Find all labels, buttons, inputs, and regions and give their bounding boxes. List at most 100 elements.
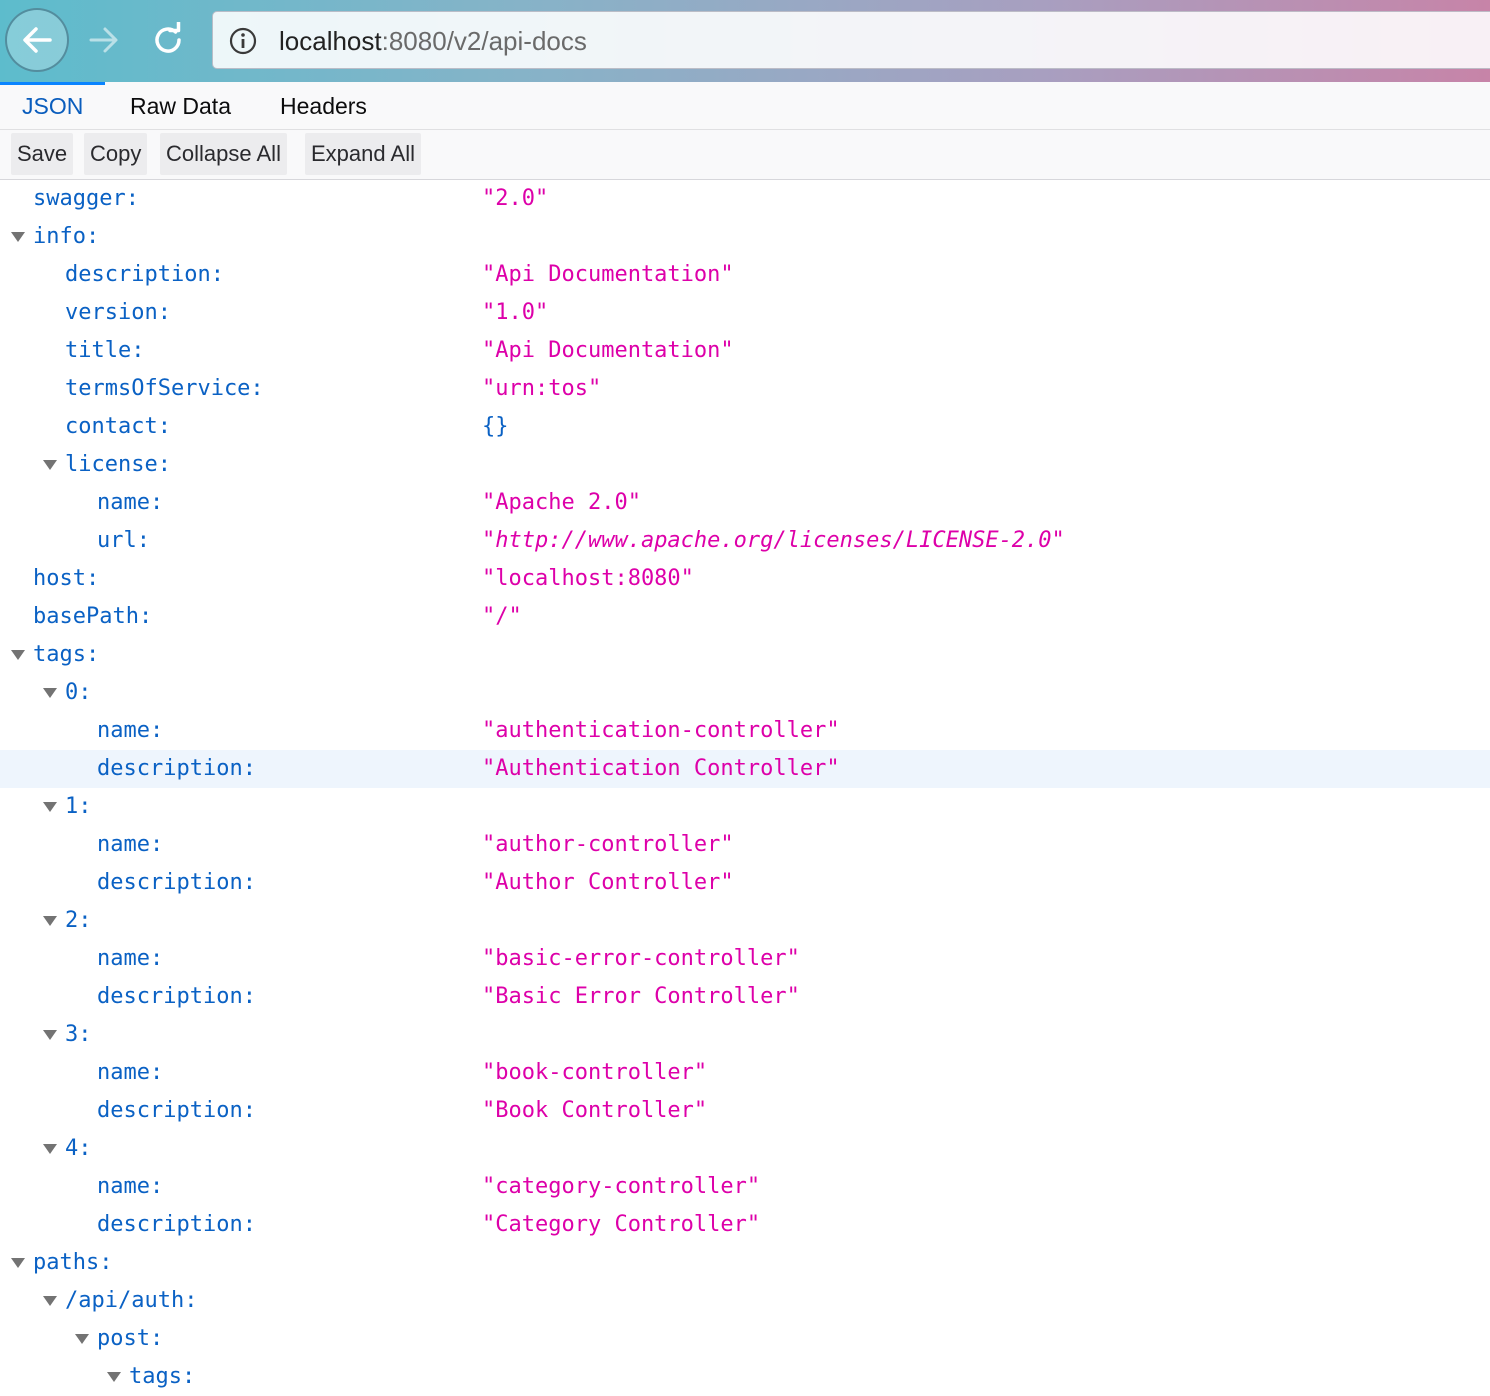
- json-key: name:: [97, 946, 164, 971]
- url-path: :8080/v2/api-docs: [381, 26, 587, 56]
- action-bar: Save Copy Collapse All Expand All: [0, 130, 1490, 180]
- json-value: "/": [482, 604, 522, 629]
- json-row[interactable]: 3:: [0, 1016, 1490, 1054]
- json-row[interactable]: description: "Category Controller": [0, 1206, 1490, 1244]
- json-key: description:: [97, 756, 256, 781]
- json-key: description:: [97, 870, 256, 895]
- arrow-right-icon: [89, 27, 118, 53]
- json-row[interactable]: post:: [0, 1320, 1490, 1358]
- json-row[interactable]: version: "1.0": [0, 294, 1490, 332]
- json-value: "localhost:8080": [482, 566, 694, 591]
- expand-toggle-icon[interactable]: [43, 1296, 57, 1306]
- json-row[interactable]: name: "Apache 2.0": [0, 484, 1490, 522]
- json-key: contact:: [65, 414, 171, 439]
- expand-toggle-icon[interactable]: [75, 1334, 89, 1344]
- expand-toggle-icon[interactable]: [43, 688, 57, 698]
- json-row[interactable]: paths:: [0, 1244, 1490, 1282]
- json-row[interactable]: 4:: [0, 1130, 1490, 1168]
- json-key: termsOfService:: [65, 376, 264, 401]
- json-row[interactable]: name: "authentication-controller": [0, 712, 1490, 750]
- quote: ": [482, 528, 496, 553]
- save-button[interactable]: Save: [11, 133, 74, 175]
- json-key: description:: [97, 1098, 256, 1123]
- expand-all-button[interactable]: Expand All: [305, 133, 421, 175]
- json-value: "Api Documentation": [482, 262, 734, 287]
- json-row[interactable]: 1:: [0, 788, 1490, 826]
- json-key: tags:: [129, 1364, 196, 1389]
- json-row[interactable]: description: "Author Controller": [0, 864, 1490, 902]
- json-value: "basic-error-controller": [482, 946, 800, 971]
- json-row[interactable]: info:: [0, 218, 1490, 256]
- json-key: swagger:: [33, 186, 139, 211]
- expand-toggle-icon[interactable]: [43, 1030, 57, 1040]
- json-row[interactable]: name: "category-controller": [0, 1168, 1490, 1206]
- json-row[interactable]: license:: [0, 446, 1490, 484]
- expand-toggle-icon[interactable]: [107, 1372, 121, 1382]
- expand-toggle-icon[interactable]: [43, 916, 57, 926]
- json-row-hovered[interactable]: description: "Authentication Controller": [0, 750, 1490, 788]
- back-button[interactable]: [5, 8, 69, 72]
- quote: ": [1051, 528, 1065, 553]
- expand-toggle-icon[interactable]: [11, 1258, 25, 1268]
- reload-button[interactable]: [136, 8, 200, 72]
- json-key: basePath:: [33, 604, 153, 629]
- license-url-link[interactable]: http://www.apache.org/licenses/LICENSE-2…: [495, 528, 1051, 553]
- address-bar[interactable]: localhost:8080/v2/api-docs: [212, 11, 1490, 69]
- json-key: description:: [65, 262, 224, 287]
- json-row[interactable]: tags:: [0, 1358, 1490, 1396]
- json-key: 3:: [65, 1022, 92, 1047]
- json-row[interactable]: url: "http://www.apache.org/licenses/LIC…: [0, 522, 1490, 560]
- json-value: "urn:tos": [482, 376, 602, 401]
- json-key: version:: [65, 300, 171, 325]
- json-row[interactable]: 2:: [0, 902, 1490, 940]
- json-key: host:: [33, 566, 100, 591]
- json-row[interactable]: /api/auth:: [0, 1282, 1490, 1320]
- json-row[interactable]: swagger: "2.0": [0, 180, 1490, 218]
- json-value: "2.0": [482, 186, 549, 211]
- reload-icon: [155, 22, 181, 53]
- json-row[interactable]: tags:: [0, 636, 1490, 674]
- json-row[interactable]: name: "basic-error-controller": [0, 940, 1490, 978]
- tab-raw-data[interactable]: Raw Data: [128, 82, 233, 129]
- expand-toggle-icon[interactable]: [43, 460, 57, 470]
- json-row[interactable]: 0:: [0, 674, 1490, 712]
- json-row[interactable]: title: "Api Documentation": [0, 332, 1490, 370]
- json-value: "Apache 2.0": [482, 490, 641, 515]
- expand-toggle-icon[interactable]: [43, 1144, 57, 1154]
- json-tree: swagger: "2.0" info: description: "Api D…: [0, 180, 1490, 1396]
- json-row[interactable]: basePath: "/": [0, 598, 1490, 636]
- json-key: 4:: [65, 1136, 92, 1161]
- json-key: description:: [97, 984, 256, 1009]
- info-icon[interactable]: [227, 25, 259, 57]
- json-key: name:: [97, 832, 164, 857]
- url-text[interactable]: localhost:8080/v2/api-docs: [279, 24, 587, 58]
- browser-toolbar: localhost:8080/v2/api-docs: [0, 0, 1490, 82]
- json-row[interactable]: description: "Api Documentation": [0, 256, 1490, 294]
- json-value: "Book Controller": [482, 1098, 708, 1123]
- json-row[interactable]: contact: {}: [0, 408, 1490, 446]
- json-row[interactable]: name: "author-controller": [0, 826, 1490, 864]
- json-value: "author-controller": [482, 832, 734, 857]
- expand-toggle-icon[interactable]: [43, 802, 57, 812]
- tab-headers[interactable]: Headers: [278, 82, 369, 129]
- tab-json[interactable]: JSON: [0, 82, 106, 129]
- json-row[interactable]: termsOfService: "urn:tos": [0, 370, 1490, 408]
- json-key: 2:: [65, 908, 92, 933]
- json-row[interactable]: description: "Basic Error Controller": [0, 978, 1490, 1016]
- json-value: "http://www.apache.org/licenses/LICENSE-…: [482, 522, 1065, 560]
- json-key: paths:: [33, 1250, 113, 1275]
- json-key: tags:: [33, 642, 100, 667]
- expand-toggle-icon[interactable]: [11, 650, 25, 660]
- expand-toggle-icon[interactable]: [11, 232, 25, 242]
- copy-button[interactable]: Copy: [84, 133, 148, 175]
- json-key: name:: [97, 1174, 164, 1199]
- json-row[interactable]: host: "localhost:8080": [0, 560, 1490, 598]
- collapse-all-button[interactable]: Collapse All: [160, 133, 287, 175]
- json-key: url:: [97, 528, 150, 553]
- json-value: {}: [482, 414, 509, 439]
- forward-button[interactable]: [72, 8, 136, 72]
- json-row[interactable]: name: "book-controller": [0, 1054, 1490, 1092]
- json-row[interactable]: description: "Book Controller": [0, 1092, 1490, 1130]
- json-key: name:: [97, 490, 164, 515]
- json-key: 0:: [65, 680, 92, 705]
